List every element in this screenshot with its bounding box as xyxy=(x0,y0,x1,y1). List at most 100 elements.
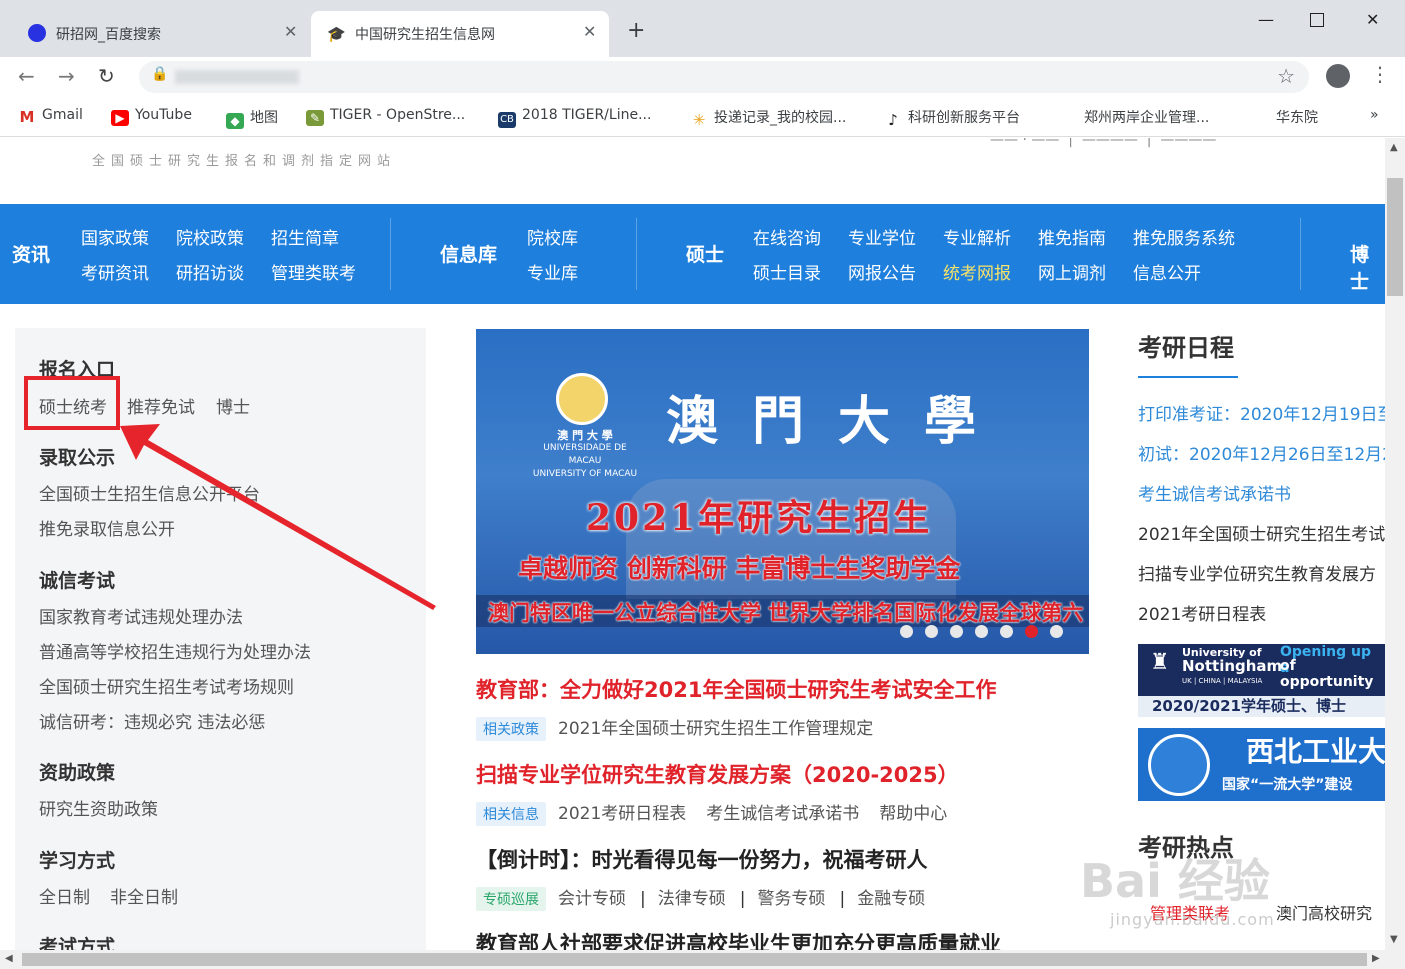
browser-menu-icon[interactable]: ⋮ xyxy=(1370,62,1390,86)
nav-link[interactable]: 招生简章 xyxy=(271,224,339,249)
scroll-down-icon[interactable]: ▼ xyxy=(1390,934,1398,945)
schedule-item[interactable]: 初试：2020年12月26日至12月2 xyxy=(1138,440,1385,465)
carousel-dot[interactable] xyxy=(925,625,938,638)
bookmark-research[interactable]: ♪ 科研创新服务平台 xyxy=(884,107,1020,128)
nav-link[interactable]: 院校政策 xyxy=(176,224,244,249)
news-headline[interactable]: 【倒计时】：时光看得见每一份努力，祝福考研人 xyxy=(476,844,928,874)
top-links-cut: —— · —— | ———— | ———— xyxy=(990,138,1217,148)
nav-link[interactable]: 硕士目录 xyxy=(753,259,821,284)
address-bar[interactable]: 🔒 ☆ xyxy=(139,61,1309,93)
nav-link[interactable]: 专业学位 xyxy=(848,224,916,249)
nav-link[interactable]: 考研资讯 xyxy=(81,259,149,284)
carousel-dot[interactable] xyxy=(1000,625,1013,638)
nav-zixun[interactable]: 资讯 xyxy=(12,240,50,267)
nav-link[interactable]: 网报公告 xyxy=(848,259,916,284)
schedule-item[interactable]: 2021考研日程表 xyxy=(1138,600,1266,625)
carousel-dot[interactable] xyxy=(900,625,913,638)
scroll-up-icon[interactable]: ▲ xyxy=(1390,142,1398,153)
news-tag[interactable]: 相关信息 xyxy=(476,802,546,826)
horizontal-scrollbar[interactable]: ◀ ▶ xyxy=(0,950,1405,969)
news-tag[interactable]: 相关政策 xyxy=(476,717,546,741)
bookmarks-overflow[interactable]: » xyxy=(1370,107,1379,123)
nav-link[interactable]: 院校库 xyxy=(527,224,578,249)
news-link[interactable]: 会计专硕 xyxy=(558,889,626,909)
bookmark-star-icon[interactable]: ☆ xyxy=(1277,64,1295,88)
nottingham-ad[interactable]: ♜ University of Nottingham UK | CHINA | … xyxy=(1138,644,1385,717)
reload-icon[interactable]: ↻ xyxy=(98,64,115,88)
news-headline[interactable]: 教育部人社部要求促进高校毕业生更加充分更高质量就业 xyxy=(476,928,1001,950)
nav-link[interactable]: 推免指南 xyxy=(1038,224,1106,249)
new-tab-button[interactable]: + xyxy=(627,18,645,43)
news-link[interactable]: 帮助中心 xyxy=(879,804,947,824)
schedule-title: 考研日程 xyxy=(1138,334,1234,362)
bookmark-tiger-line[interactable]: CB 2018 TIGER/Line... xyxy=(498,107,651,128)
bookmark-gmail[interactable]: M Gmail xyxy=(18,107,83,125)
nwpu-ad[interactable]: 西北工业大 国家“一流大学”建设 xyxy=(1138,728,1385,801)
horizontal-scroll-thumb[interactable] xyxy=(22,953,1367,966)
maximize-button[interactable] xyxy=(1310,13,1324,27)
news-headline[interactable]: 教育部：全力做好2021年全国硕士研究生考试安全工作 xyxy=(476,674,996,704)
hot-tab[interactable]: 澳门高校研究 xyxy=(1276,900,1372,924)
tab-baidu-search[interactable]: 研招网_百度搜索 ✕ xyxy=(14,11,306,57)
bookmark-maps[interactable]: ◆ 地图 xyxy=(226,107,278,129)
banner-year-line: 2021年研究生招生 xyxy=(586,497,933,539)
nav-link[interactable]: 信息公开 xyxy=(1133,259,1201,284)
nav-link[interactable]: 专业解析 xyxy=(943,224,1011,249)
nav-shuoshi[interactable]: 硕士 xyxy=(686,240,724,267)
nav-link[interactable]: 网上调剂 xyxy=(1038,259,1106,284)
carousel-dot[interactable] xyxy=(975,625,988,638)
forward-icon[interactable]: → xyxy=(58,64,75,88)
nav-link[interactable]: 推免服务系统 xyxy=(1133,224,1235,249)
bookmark-zhengzhou[interactable]: 郑州两岸企业管理... xyxy=(1084,107,1209,127)
news-link[interactable]: 金融专硕 xyxy=(857,889,925,909)
nav-xinxiku[interactable]: 信息库 xyxy=(440,240,497,267)
nav-link[interactable]: 研招访谈 xyxy=(176,259,244,284)
news-headline[interactable]: 扫描专业学位研究生教育发展方案（2020-2025） xyxy=(476,759,959,789)
bookmarks-bar: M Gmail ▶ YouTube ◆ 地图 ✎ TIGER - OpenStre...… xyxy=(0,97,1405,137)
tiger-icon: ✎ xyxy=(306,110,324,126)
bookmark-tiger[interactable]: ✎ TIGER - OpenStre... xyxy=(306,107,465,126)
scroll-left-icon[interactable]: ◀ xyxy=(5,953,13,964)
nav-link[interactable]: 在线咨询 xyxy=(753,224,821,249)
schedule-item[interactable]: 扫描专业学位研究生教育发展方 xyxy=(1138,560,1376,585)
link-shuoshi-tongkao[interactable]: 硕士统考 xyxy=(39,393,107,418)
news-link[interactable]: 考生诚信考试承诺书 xyxy=(706,804,859,824)
bookmark-youtube[interactable]: ▶ YouTube xyxy=(111,107,192,126)
bookmark-huadong[interactable]: 华东院 xyxy=(1276,107,1318,127)
news-link[interactable]: 2021考研日程表 xyxy=(558,804,686,824)
news-link[interactable]: 警务专硕 xyxy=(757,889,825,909)
sidebar-link[interactable]: 非全日制 xyxy=(110,883,178,908)
minimize-button[interactable]: — xyxy=(1258,10,1274,29)
nav-link[interactable]: 专业库 xyxy=(527,259,578,284)
tab-yanzhao[interactable]: 🎓 中国研究生招生信息网 ✕ xyxy=(311,11,609,57)
carousel-dot[interactable] xyxy=(1050,625,1063,638)
nav-link-tongkao-wangbao[interactable]: 统考网报 xyxy=(943,259,1011,284)
sidebar-link[interactable]: 全国硕士研究生招生考试考场规则 xyxy=(39,673,294,698)
nav-link[interactable]: 管理类联考 xyxy=(271,259,356,284)
sidebar-link[interactable]: 诚信研考：违规必究 违法必惩 xyxy=(39,708,265,733)
profile-avatar[interactable] xyxy=(1326,64,1350,88)
close-window-button[interactable]: ✕ xyxy=(1366,10,1379,29)
vertical-scrollbar[interactable]: ▲ ▼ xyxy=(1385,138,1405,950)
sidebar-link[interactable]: 研究生资助政策 xyxy=(39,795,158,820)
hero-banner[interactable]: 澳 門 大 學 UNIVERSIDADE DE MACAU UNIVERSITY… xyxy=(476,329,1089,654)
schedule-item[interactable]: 2021年全国硕士研究生招生考试 xyxy=(1138,520,1385,545)
schedule-item[interactable]: 打印准考证：2020年12月19日至 xyxy=(1138,400,1385,425)
back-icon[interactable]: ← xyxy=(18,64,35,88)
bookmark-delivery[interactable]: ✳ 投递记录_我的校园... xyxy=(690,107,847,128)
sidebar-link[interactable]: 普通高等学校招生违规行为处理办法 xyxy=(39,638,311,663)
news-tag[interactable]: 专硕巡展 xyxy=(476,887,546,911)
vertical-scroll-thumb[interactable] xyxy=(1387,178,1403,296)
carousel-dot[interactable] xyxy=(950,625,963,638)
nav-boshi[interactable]: 博士 xyxy=(1350,240,1385,294)
news-link[interactable]: 法律专硕 xyxy=(658,889,726,909)
news-link[interactable]: 2021年全国硕士研究生招生工作管理规定 xyxy=(558,719,873,739)
sidebar-link[interactable]: 全日制 xyxy=(39,883,90,908)
scroll-right-icon[interactable]: ▶ xyxy=(1372,953,1380,964)
schedule-item[interactable]: 考生诚信考试承诺书 xyxy=(1138,480,1291,505)
ad-text: Nottingham xyxy=(1182,657,1283,675)
nav-link[interactable]: 国家政策 xyxy=(81,224,149,249)
close-tab-icon[interactable]: ✕ xyxy=(583,22,596,41)
close-tab-icon[interactable]: ✕ xyxy=(284,22,297,41)
carousel-dot[interactable] xyxy=(1025,625,1038,638)
